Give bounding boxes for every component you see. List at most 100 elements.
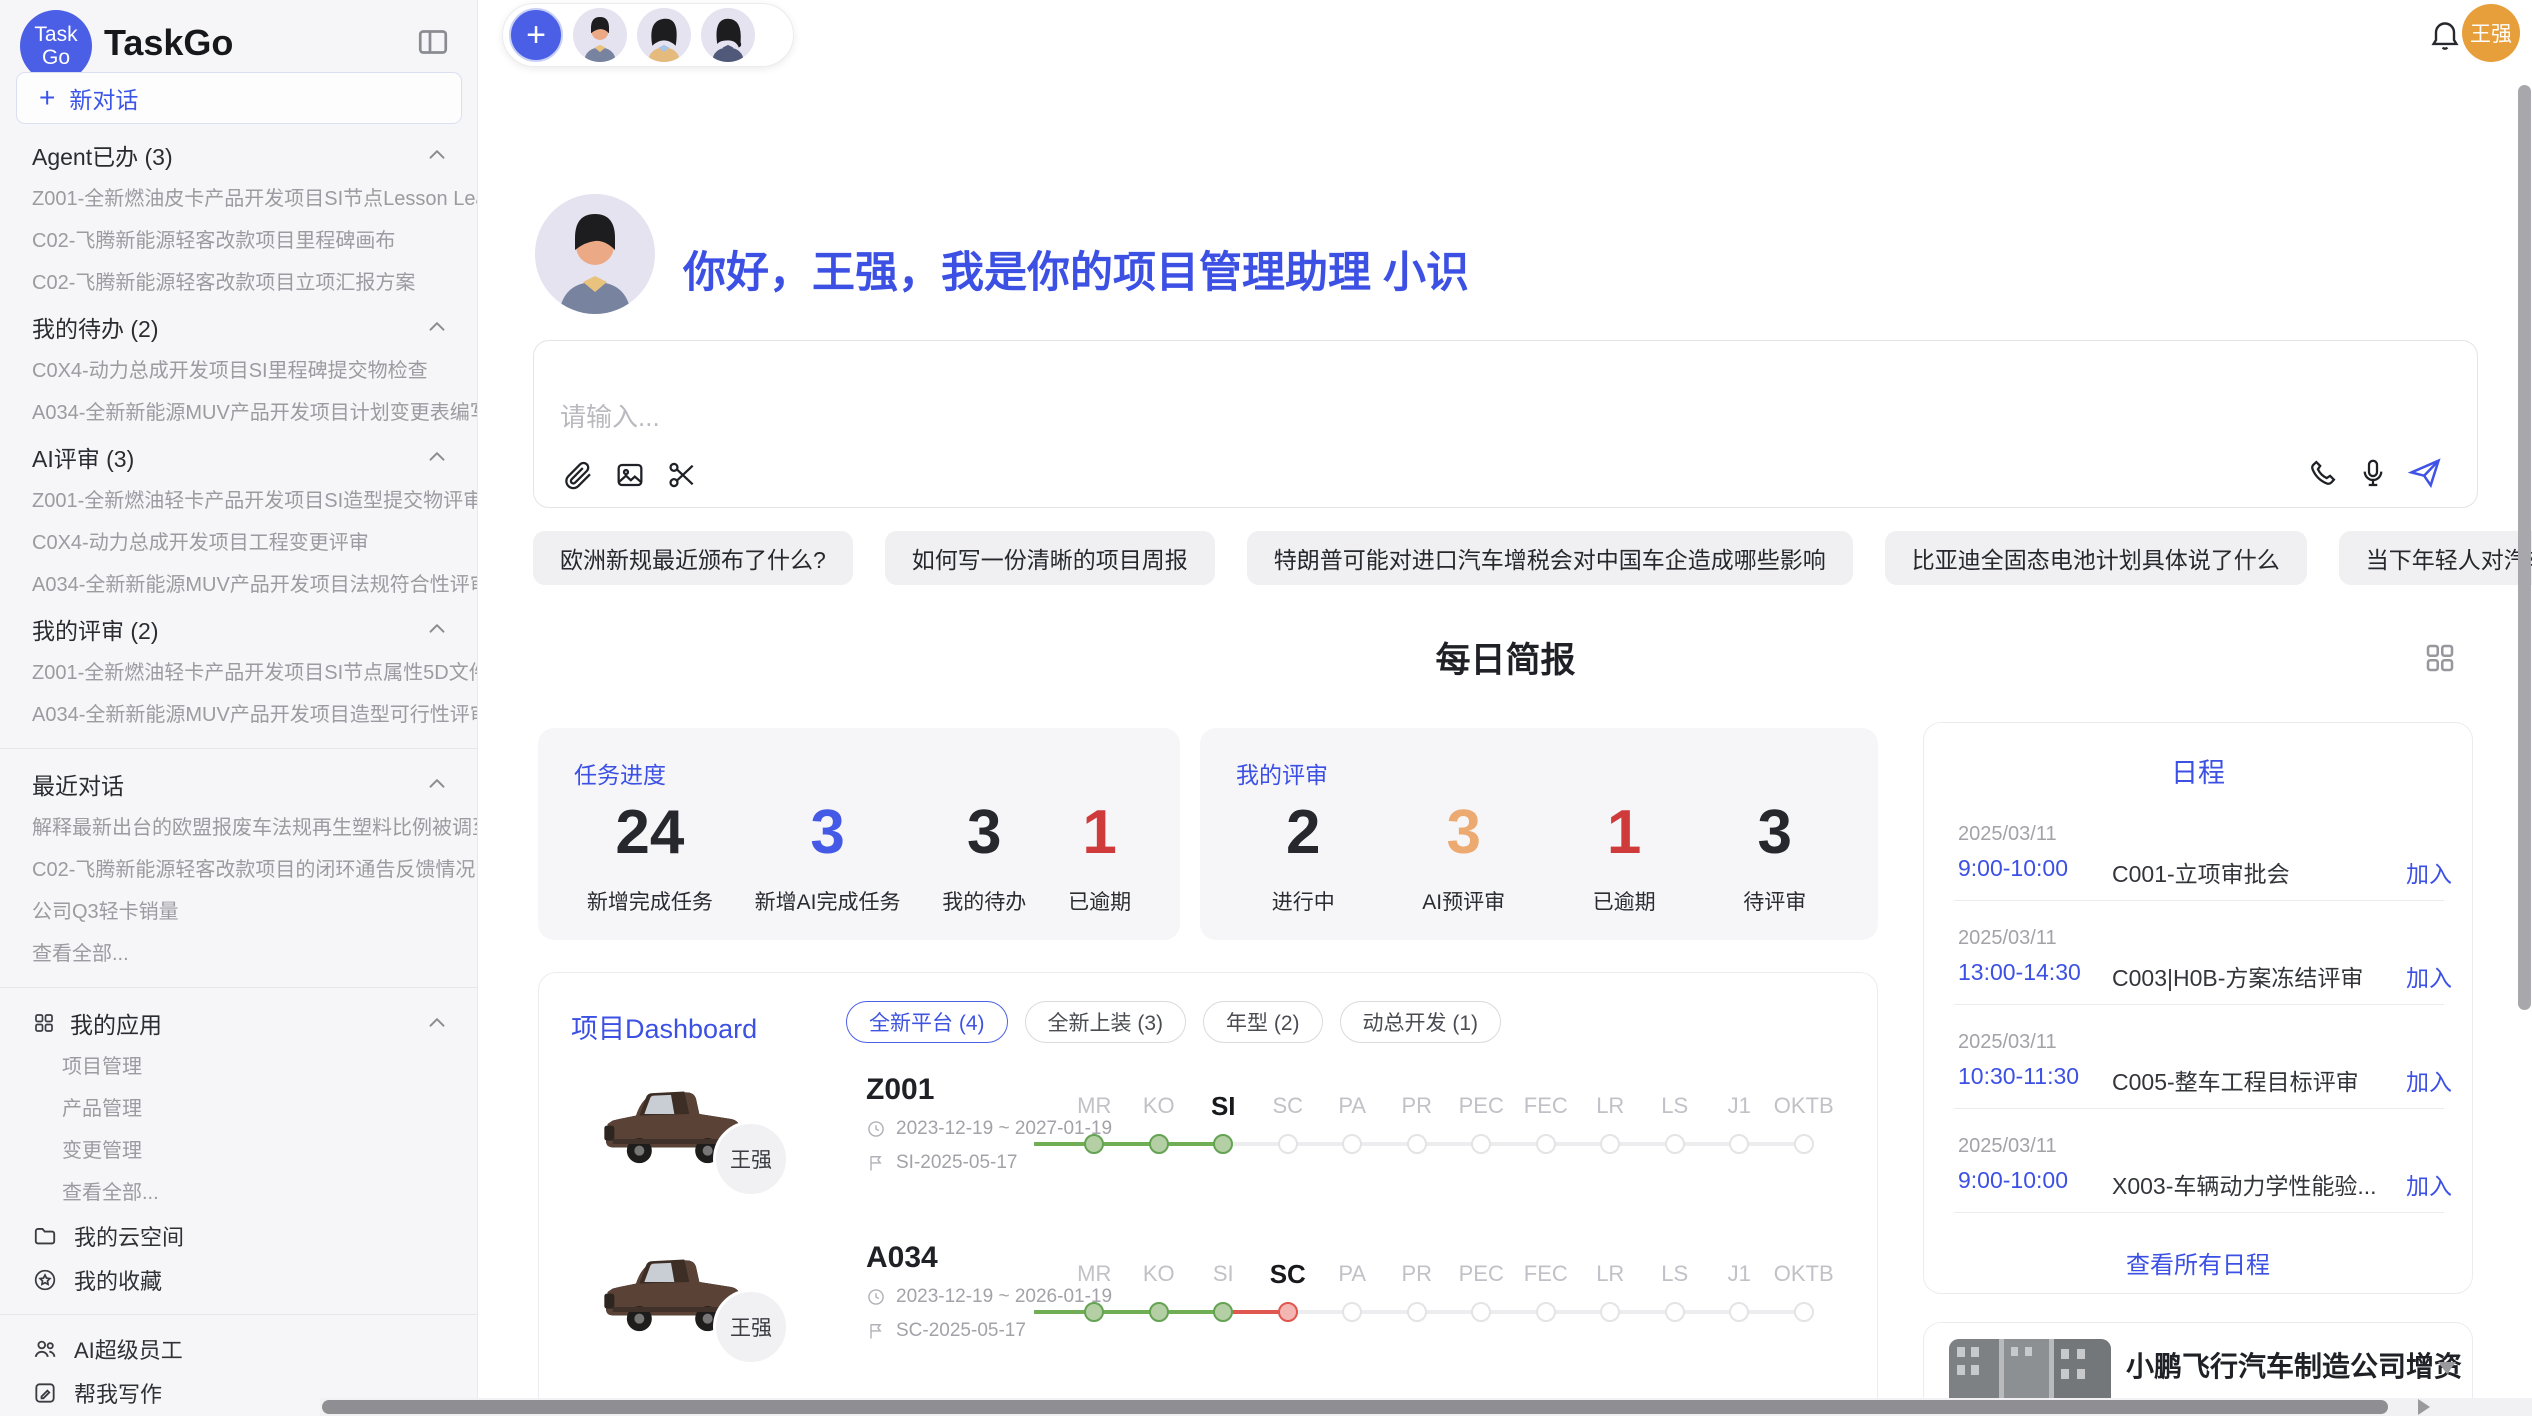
milestone-dot[interactable] bbox=[1278, 1302, 1298, 1322]
notification-bell-icon[interactable] bbox=[2427, 16, 2463, 52]
milestone-dot[interactable] bbox=[1278, 1134, 1298, 1154]
agent-avatar-1[interactable] bbox=[573, 8, 627, 62]
milestone-dot[interactable] bbox=[1213, 1134, 1233, 1154]
chevron-up-icon[interactable] bbox=[424, 444, 450, 470]
event-join-link[interactable]: 加入 bbox=[2406, 1167, 2452, 1201]
app-item[interactable]: 项目管理 bbox=[0, 1046, 478, 1088]
milestone-dot[interactable] bbox=[1084, 1134, 1104, 1154]
view-all-schedule-link[interactable]: 查看所有日程 bbox=[1924, 1245, 2472, 1280]
chat-input[interactable] bbox=[560, 397, 2160, 453]
sidebar-collapse-icon[interactable] bbox=[415, 24, 451, 60]
sidebar-item[interactable]: Z001-全新燃油轻卡产品开发项目SI造型提交物评审 bbox=[0, 480, 478, 522]
sidebar-item[interactable]: C0X4-动力总成开发项目SI里程碑提交物检查 bbox=[0, 350, 478, 392]
milestone-dot[interactable] bbox=[1407, 1134, 1427, 1154]
milestone-dot[interactable] bbox=[1536, 1134, 1556, 1154]
sidebar-item-我的云空间[interactable]: 我的云空间 bbox=[0, 1214, 478, 1258]
dashboard-tab[interactable]: 动总开发 (1) bbox=[1340, 1001, 1502, 1043]
milestone-dot[interactable] bbox=[1149, 1134, 1169, 1154]
horizontal-scrollbar-thumb[interactable] bbox=[322, 1400, 2388, 1414]
recent-chat-item[interactable]: C02-飞腾新能源轻客改款项目的闭环通告反馈情况 bbox=[0, 849, 478, 891]
suggestion-chip[interactable]: 欧洲新规最近颁布了什么? bbox=[533, 531, 853, 585]
agent-avatar-2[interactable] bbox=[637, 8, 691, 62]
news-title: 小鹏飞行汽车制造公司增资 bbox=[2126, 1345, 2462, 1385]
scroll-right-arrow[interactable] bbox=[2418, 1399, 2430, 1415]
milestone-dot[interactable] bbox=[1729, 1134, 1749, 1154]
sidebar-section-my-apps: 我的应用 bbox=[0, 1000, 478, 1046]
project-owner-avatar[interactable]: 王强 bbox=[713, 1121, 789, 1197]
grid-layout-icon[interactable] bbox=[2422, 640, 2458, 676]
sidebar-row-label: 我的云空间 bbox=[74, 1220, 184, 1252]
scissors-icon[interactable] bbox=[666, 459, 698, 491]
send-icon[interactable] bbox=[2407, 455, 2443, 491]
event-join-link[interactable]: 加入 bbox=[2406, 959, 2452, 993]
app-item[interactable]: 查看全部... bbox=[0, 1172, 478, 1214]
milestone-dot[interactable] bbox=[1342, 1302, 1362, 1322]
new-chat-button[interactable]: + 新对话 bbox=[16, 72, 462, 124]
chevron-up-icon[interactable] bbox=[424, 771, 450, 797]
phone-icon[interactable] bbox=[2307, 457, 2339, 489]
horizontal-scrollbar[interactable] bbox=[320, 1398, 2532, 1416]
divider bbox=[1954, 1004, 2444, 1005]
chevron-up-icon[interactable] bbox=[424, 142, 450, 168]
milestone-label: OKTB bbox=[1774, 1252, 1834, 1296]
milestone-dot[interactable] bbox=[1794, 1302, 1814, 1322]
milestone-dot[interactable] bbox=[1600, 1302, 1620, 1322]
vertical-scrollbar-thumb[interactable] bbox=[2518, 85, 2531, 1010]
attachment-icon[interactable] bbox=[562, 459, 594, 491]
sidebar-item[interactable]: Z001-全新燃油皮卡产品开发项目SI节点Lesson Learn报告 bbox=[0, 178, 478, 220]
milestone-dot[interactable] bbox=[1471, 1134, 1491, 1154]
project-code: Z001 bbox=[866, 1073, 934, 1107]
recent-chat-item[interactable]: 解释最新出台的欧盟报废车法规再生塑料比例被调至15%... bbox=[0, 807, 478, 849]
milestone-dot[interactable] bbox=[1729, 1302, 1749, 1322]
chevron-up-icon[interactable] bbox=[424, 616, 450, 642]
app-item[interactable]: 产品管理 bbox=[0, 1088, 478, 1130]
agent-avatar-3[interactable] bbox=[701, 8, 755, 62]
sidebar-item[interactable]: A034-全新新能源MUV产品开发项目计划变更表编写 bbox=[0, 392, 478, 434]
milestone-dot[interactable] bbox=[1665, 1134, 1685, 1154]
milestone-dot[interactable] bbox=[1213, 1302, 1233, 1322]
user-avatar[interactable]: 王强 bbox=[2462, 4, 2520, 62]
add-agent-button[interactable]: + bbox=[509, 8, 563, 62]
recent-chat-item[interactable]: 公司Q3轻卡销量 bbox=[0, 891, 478, 933]
milestone-dot[interactable] bbox=[1407, 1302, 1427, 1322]
suggestion-chip[interactable]: 如何写一份清晰的项目周报 bbox=[885, 531, 1215, 585]
event-date: 2025/03/11 bbox=[1958, 823, 2057, 846]
milestone-dot[interactable] bbox=[1600, 1134, 1620, 1154]
sidebar-item[interactable]: A034-全新新能源MUV产品开发项目法规符合性评审 bbox=[0, 564, 478, 606]
milestone-dot[interactable] bbox=[1149, 1302, 1169, 1322]
event-date: 2025/03/11 bbox=[1958, 1135, 2057, 1158]
milestone-label: LR bbox=[1596, 1084, 1624, 1128]
sidebar-tool-AI超级员工[interactable]: AI超级员工 bbox=[0, 1327, 478, 1371]
milestone-dot[interactable] bbox=[1536, 1302, 1556, 1322]
project-owner-avatar[interactable]: 王强 bbox=[713, 1289, 789, 1365]
app-item[interactable]: 变更管理 bbox=[0, 1130, 478, 1172]
milestone-dot[interactable] bbox=[1084, 1302, 1104, 1322]
mic-icon[interactable] bbox=[2357, 457, 2389, 489]
event-join-link[interactable]: 加入 bbox=[2406, 855, 2452, 889]
milestone-dot[interactable] bbox=[1342, 1134, 1362, 1154]
sidebar-item[interactable]: A034-全新新能源MUV产品开发项目造型可行性评审 bbox=[0, 694, 478, 736]
milestone-dot[interactable] bbox=[1794, 1134, 1814, 1154]
dashboard-tab[interactable]: 全新平台 (4) bbox=[846, 1001, 1008, 1043]
scroll-down-arrow[interactable] bbox=[2438, 1362, 2456, 1374]
dashboard-tab[interactable]: 全新上装 (3) bbox=[1025, 1001, 1187, 1043]
suggestion-chip[interactable]: 当下年轻人对汽车外观有怎样的喜好趋势 bbox=[2339, 531, 2532, 585]
sidebar-item[interactable]: C02-飞腾新能源轻客改款项目里程碑画布 bbox=[0, 220, 478, 262]
sidebar-item[interactable]: Z001-全新燃油轻卡产品开发项目SI节点属性5D文件评审 bbox=[0, 652, 478, 694]
sidebar-item[interactable]: C02-飞腾新能源轻客改款项目立项汇报方案 bbox=[0, 262, 478, 304]
recent-chat-item[interactable]: 查看全部... bbox=[0, 933, 478, 975]
dashboard-tab[interactable]: 年型 (2) bbox=[1203, 1001, 1323, 1043]
badge-icon bbox=[32, 1267, 58, 1293]
suggestion-chip[interactable]: 特朗普可能对进口汽车增税会对中国车企造成哪些影响 bbox=[1247, 531, 1853, 585]
chevron-up-icon[interactable] bbox=[424, 314, 450, 340]
event-join-link[interactable]: 加入 bbox=[2406, 1063, 2452, 1097]
milestone-dot[interactable] bbox=[1471, 1302, 1491, 1322]
chevron-up-icon[interactable] bbox=[424, 1010, 450, 1036]
main-area: + 王强 你好，王强，我是你的项目管理助理 小识 欧洲新规最近颁布了什么?如 bbox=[478, 0, 2532, 1416]
sidebar-item[interactable]: C0X4-动力总成开发项目工程变更评审 bbox=[0, 522, 478, 564]
milestone-dot[interactable] bbox=[1665, 1302, 1685, 1322]
sidebar-item-我的收藏[interactable]: 我的收藏 bbox=[0, 1258, 478, 1302]
suggestion-chip[interactable]: 比亚迪全固态电池计划具体说了什么 bbox=[1885, 531, 2307, 585]
image-icon[interactable] bbox=[614, 459, 646, 491]
stat-label: 我的待办 bbox=[942, 886, 1026, 916]
